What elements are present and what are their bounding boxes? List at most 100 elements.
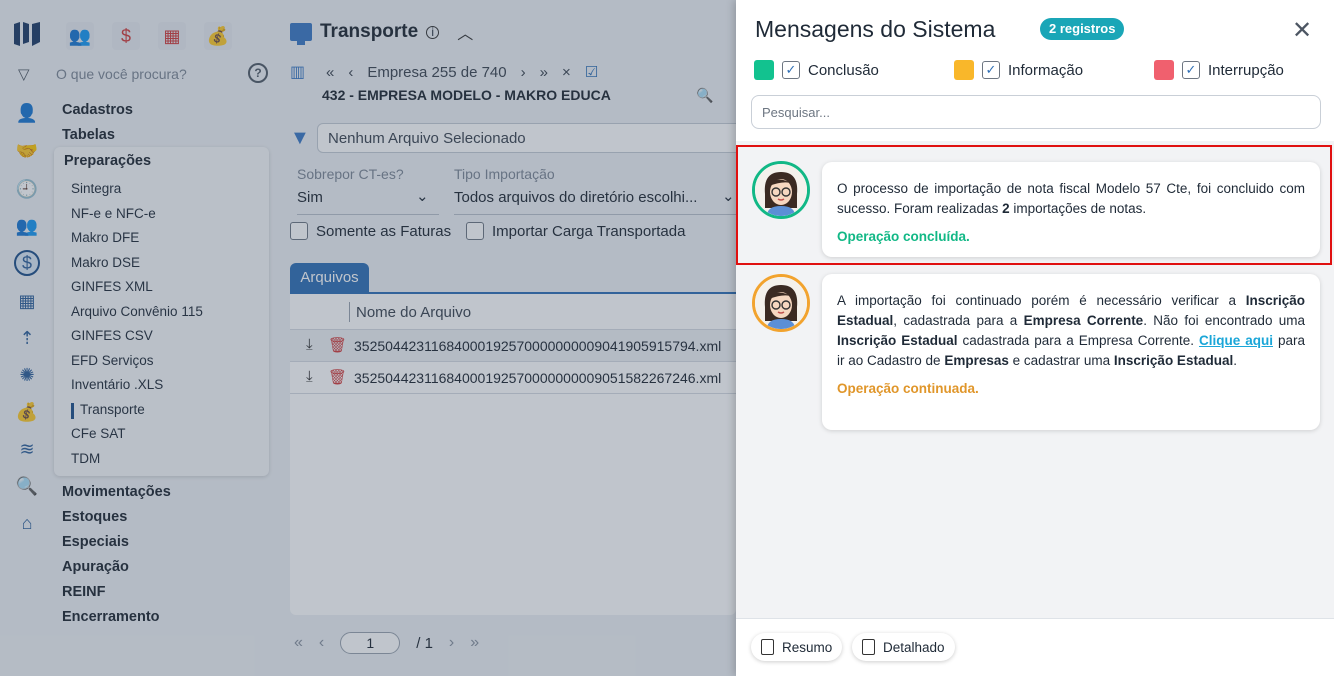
submenu-item[interactable]: TDM [71,451,100,466]
last-page-button[interactable]: » [470,634,479,652]
resumo-button[interactable]: Resumo [751,633,843,661]
submenu-item-active[interactable]: Transporte [80,402,145,417]
trash-icon[interactable]: 🗑 [328,368,347,386]
tipo-select[interactable]: Todos arquivos do diretório escolhi... [454,189,697,206]
menu-item[interactable]: Estoques [62,505,171,530]
submenu-item[interactable]: Sintegra [71,181,121,196]
info-icon[interactable]: i [426,25,440,39]
divider [454,214,736,215]
chevron-down-icon[interactable]: ⌄ [416,187,429,205]
menu-item-tabelas[interactable]: Tabelas [62,123,272,148]
app-logo-icon [14,22,40,46]
clear-company-button[interactable]: × [562,64,571,81]
person-arrow-icon[interactable]: ⇡ [14,325,40,351]
messages-list: O processo de importação de nota fiscal … [736,141,1334,618]
faturas-label: Somente as Faturas [316,222,452,240]
page-total: / 1 [416,634,433,652]
file-selector[interactable]: Nenhum Arquivo Selecionado [317,123,747,153]
file-name: 3525044231168400019257000000000904190591… [354,338,722,354]
menu-item[interactable]: Movimentações [62,480,171,505]
prev-company-button[interactable]: ‹ [348,64,353,81]
layers-icon[interactable]: ≋ [14,436,40,462]
checkbox-checked-icon[interactable]: ✓ [982,61,1000,79]
clique-aqui-link[interactable]: Clique aqui [1199,333,1273,348]
assistant-avatar-icon [755,277,807,329]
submenu-item[interactable]: EFD Serviços [71,353,154,368]
faturas-checkbox[interactable]: Somente as Faturas [290,222,451,240]
clock-icon[interactable]: 🕘 [14,176,40,202]
users-icon[interactable]: 👥 [14,213,40,239]
submenu-item[interactable]: Makro DFE [71,230,139,245]
people-icon[interactable]: 👥 [66,22,94,50]
table-row[interactable]: ⤓ 🗑 352504423116840001925700000000090419… [290,330,736,362]
first-company-button[interactable]: « [326,64,334,81]
menu-item-cadastros[interactable]: Cadastros [62,98,272,123]
last-company-button[interactable]: » [540,64,548,81]
submenu-item[interactable]: GINFES XML [71,279,153,294]
trash-icon[interactable]: 🗑 [328,336,347,354]
file-name: 3525044231168400019257000000000905158226… [354,370,722,386]
chevron-up-icon[interactable]: ︿ [457,20,473,44]
menu-item[interactable]: Apuração [62,555,171,580]
checkbox-icon[interactable] [466,222,484,240]
menu-search[interactable]: ▽ O que você procura? ? [18,62,270,86]
search-icon[interactable]: 🔍 [14,473,40,499]
checkbox-checked-icon[interactable]: ✓ [782,61,800,79]
close-button[interactable]: ✕ [1292,16,1312,45]
submenu-item[interactable]: Inventário .XLS [71,377,163,392]
calculator-icon[interactable]: ▦ [158,22,186,50]
money-bag-icon[interactable]: 💰 [204,22,232,50]
download-icon[interactable]: ⤓ [306,336,313,353]
column-header-nome[interactable]: Nome do Arquivo [356,304,471,321]
filter-icon[interactable]: ▼ [290,127,310,150]
legend-informacao[interactable]: ✓ Informação [954,60,1083,80]
download-icon[interactable]: ⤓ [306,368,313,385]
menu-search-placeholder[interactable]: O que você procura? [56,66,187,82]
checkbox-checked-icon[interactable]: ✓ [1182,61,1200,79]
divider [297,214,439,215]
tab-arquivos[interactable]: Arquivos [290,263,369,293]
network-icon[interactable]: ✺ [14,362,40,388]
avatar [752,274,810,332]
submenu-item[interactable]: Arquivo Convênio 115 [71,304,203,319]
prev-page-button[interactable]: ‹ [319,634,324,652]
detalhado-label: Detalhado [883,639,945,655]
drawer-search[interactable] [751,95,1321,129]
document-lines-icon [862,639,875,655]
menu-item[interactable]: Especiais [62,530,171,555]
page-input[interactable]: 1 [340,632,401,654]
chevron-down-icon[interactable]: ⌄ [722,187,735,205]
handshake-icon[interactable]: 🤝 [14,138,40,164]
submenu-title[interactable]: Preparações [64,153,151,169]
checkbox-icon[interactable] [290,222,308,240]
legend-conclusao[interactable]: ✓ Conclusão [754,60,879,80]
detalhado-button[interactable]: Detalhado [852,633,955,661]
carga-checkbox[interactable]: Importar Carga Transportada [466,222,685,240]
checkbox-icon[interactable]: ☑ [585,63,598,81]
top-shortcuts: 👥 $ ▦ 💰 [66,22,232,50]
assistant-avatar-icon [755,164,807,216]
first-page-button[interactable]: « [294,634,303,652]
message-card-1: O processo de importação de nota fiscal … [822,162,1320,257]
submenu-item[interactable]: CFe SAT [71,426,126,441]
money-bag-icon[interactable]: 💰 [14,399,40,425]
calculator-icon[interactable]: ▦ [14,288,40,314]
menu-item[interactable]: REINF [62,580,171,605]
next-page-button[interactable]: › [449,634,454,652]
sobrepor-select[interactable]: Sim [297,189,323,206]
legend-interrupcao[interactable]: ✓ Interrupção [1154,60,1284,80]
menu-item[interactable]: Encerramento [62,605,171,630]
home-icon[interactable]: ⌂ [14,510,40,536]
search-icon[interactable]: 🔍 [696,87,713,104]
submenu-item[interactable]: NF-e e NFC-e [71,206,156,221]
dollar-icon[interactable]: $ [14,250,40,276]
drawer-search-input[interactable] [752,96,1320,128]
table-row[interactable]: ⤓ 🗑 352504423116840001925700000000090515… [290,362,736,394]
next-company-button[interactable]: › [521,64,526,81]
message-card-2: A importação foi continuado porém é nece… [822,274,1320,430]
help-icon[interactable]: ? [248,63,268,83]
submenu-item[interactable]: GINFES CSV [71,328,153,343]
dollar-sign-icon[interactable]: $ [112,22,140,50]
submenu-item[interactable]: Makro DSE [71,255,140,270]
user-config-icon[interactable]: 👤 [14,100,40,126]
